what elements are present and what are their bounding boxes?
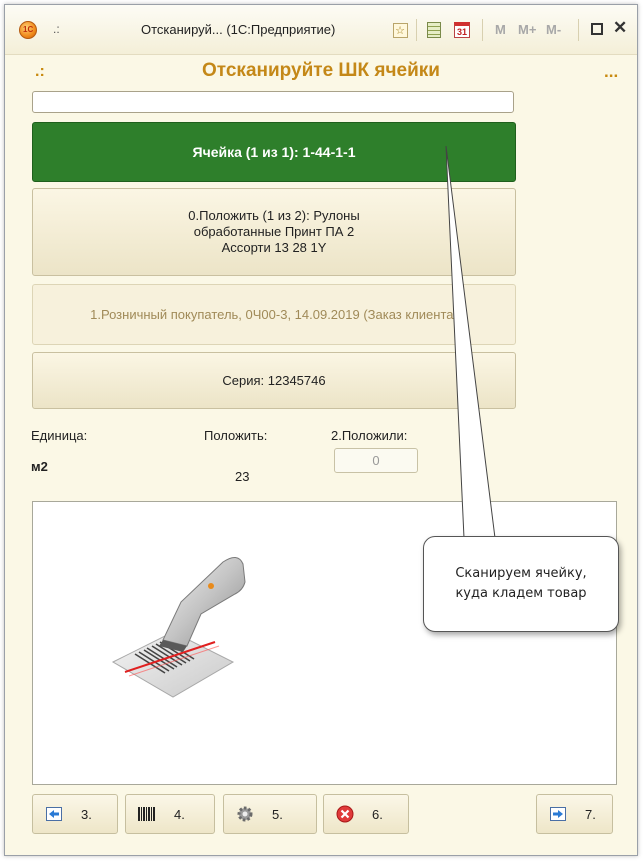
memory-plus-button[interactable]: M+ (518, 22, 536, 37)
callout-tooltip: Сканируем ячейку, куда кладем товар (423, 536, 619, 632)
callout-line2: куда кладем товар (455, 586, 587, 601)
gear-icon (236, 805, 254, 823)
app-logo-text: 1C (23, 25, 34, 34)
put-quantity-value: 23 (235, 469, 250, 484)
close-icon[interactable]: ✕ (613, 18, 627, 38)
title-bar: 1C .: Отсканируй... (1С:Предприятие) ☆ 3… (5, 5, 637, 55)
order-button[interactable]: 1.Розничный покупатель, 0Ч00-3, 14.09.20… (32, 284, 516, 345)
cancel-button-label: 6. (372, 806, 383, 822)
page-title: Отсканируйте ШК ячейки (202, 60, 440, 81)
cancel-icon (336, 805, 354, 823)
unit-label: Единица: (31, 428, 88, 443)
next-arrow-icon (549, 805, 567, 823)
put-item-line2: обработанные Принт ПА 2 (193, 224, 355, 239)
window-title: Отсканируй... (1С:Предприятие) (141, 22, 336, 37)
put-item-line1: 0.Положить (1 из 2): Рулоны (188, 208, 360, 223)
series-button[interactable]: Серия: 12345746 (32, 352, 516, 409)
callout-line1: Сканируем ячейку, (455, 566, 587, 581)
app-logo-icon[interactable]: 1C (19, 21, 37, 39)
memory-button[interactable]: M (495, 22, 506, 37)
settings-button-label: 5. (272, 806, 283, 822)
back-arrow-icon (45, 805, 63, 823)
put-item-button[interactable]: 0.Положить (1 из 2): Рулоны обработанные… (32, 188, 516, 276)
put-quantity-label: Положить: (204, 428, 268, 443)
back-button-label: 3. (81, 806, 92, 822)
back-button[interactable]: 3. (32, 794, 118, 834)
barcode-icon (138, 805, 156, 823)
calendar-icon[interactable]: 31 (453, 20, 471, 40)
title-dots: .: (53, 22, 60, 36)
more-menu-button[interactable]: ... (604, 62, 618, 82)
favorites-star-icon[interactable]: ☆ (391, 20, 409, 40)
divider (578, 19, 579, 41)
barcode-button-label: 4. (174, 806, 185, 822)
barcode-button[interactable]: 4. (125, 794, 215, 834)
calculator-icon[interactable] (425, 20, 443, 40)
cancel-button[interactable]: 6. (323, 794, 409, 834)
maximize-icon[interactable] (591, 23, 603, 35)
next-button[interactable]: 7. (536, 794, 613, 834)
divider (482, 19, 483, 41)
app-window: 1C .: Отсканируй... (1С:Предприятие) ☆ 3… (4, 4, 638, 856)
next-button-label: 7. (585, 806, 596, 822)
cell-button[interactable]: Ячейка (1 из 1): 1-44-1-1 (32, 122, 516, 182)
settings-button[interactable]: 5. (223, 794, 317, 834)
put-item-line3: Ассорти 13 28 1Y (221, 240, 327, 255)
calendar-day: 31 (454, 22, 470, 38)
barcode-input[interactable] (32, 91, 514, 113)
barcode-scanner-icon (111, 557, 246, 698)
placed-quantity-label: 2.Положили: (331, 428, 408, 443)
unit-value: м2 (31, 459, 48, 474)
divider (416, 19, 417, 41)
memory-minus-button[interactable]: M- (546, 22, 561, 37)
placed-quantity-field[interactable]: 0 (334, 448, 418, 473)
